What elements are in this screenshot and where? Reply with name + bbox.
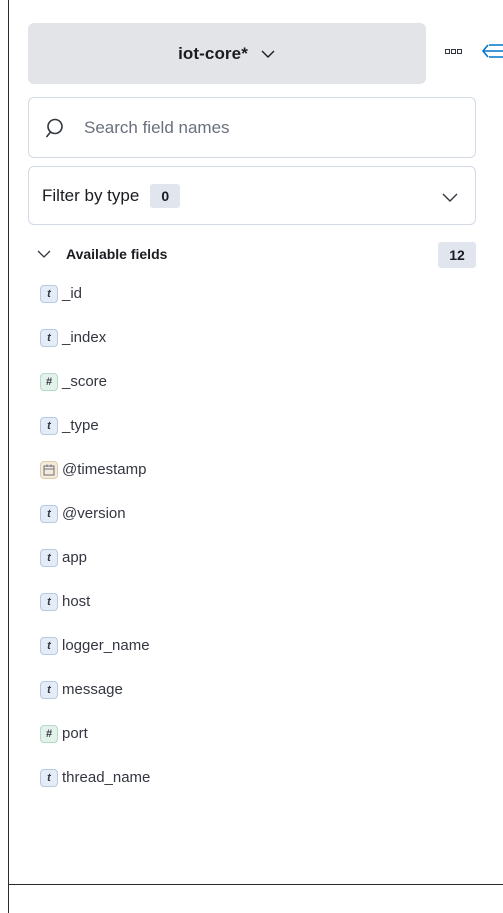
chevron-down-icon xyxy=(260,46,276,62)
field-item[interactable]: t logger_name xyxy=(40,637,470,681)
index-pattern-picker[interactable]: iot-core* xyxy=(28,23,426,84)
filter-by-type-label: Filter by type xyxy=(42,185,140,205)
collapse-sidebar-icon[interactable] xyxy=(481,41,503,61)
string-type-icon: t xyxy=(40,285,58,303)
chevron-down-icon xyxy=(441,188,459,206)
field-item[interactable]: @timestamp xyxy=(40,461,470,505)
field-name: message xyxy=(62,681,123,698)
chevron-down-icon xyxy=(36,246,52,262)
field-sidebar: iot-core* Filter by type 0 xyxy=(0,0,503,913)
string-type-icon: t xyxy=(40,637,58,655)
field-name: port xyxy=(62,725,88,742)
panel-bottom-border xyxy=(8,884,503,885)
field-name: app xyxy=(62,549,88,566)
field-item[interactable]: t message xyxy=(40,681,470,725)
number-type-icon: # xyxy=(40,373,58,391)
string-type-icon: t xyxy=(40,329,58,347)
filter-count-badge: 0 xyxy=(150,183,181,208)
string-type-icon: t xyxy=(40,769,58,787)
field-item[interactable]: # _score xyxy=(40,373,470,417)
field-item[interactable]: t thread_name xyxy=(40,769,470,813)
string-type-icon: t xyxy=(40,417,58,435)
available-fields-header[interactable]: Available fields 12 xyxy=(36,240,476,268)
field-item[interactable]: # port xyxy=(40,725,470,769)
field-name: _id xyxy=(62,285,83,302)
field-item[interactable]: t host xyxy=(40,593,470,637)
string-type-icon: t xyxy=(40,505,58,523)
field-name: logger_name xyxy=(62,637,150,654)
available-fields-title: Available fields xyxy=(66,246,168,262)
index-pattern-label: iot-core* xyxy=(178,43,248,63)
filter-by-type-button[interactable]: Filter by type 0 xyxy=(28,166,476,225)
search-field[interactable] xyxy=(28,97,476,158)
field-name: _index xyxy=(62,329,107,346)
string-type-icon: t xyxy=(40,549,58,567)
search-input[interactable] xyxy=(82,116,446,139)
string-type-icon: t xyxy=(40,593,58,611)
search-icon xyxy=(45,117,67,139)
calendar-icon xyxy=(40,461,58,479)
field-item[interactable]: t _index xyxy=(40,329,470,373)
field-name: _type xyxy=(62,417,99,434)
field-name: thread_name xyxy=(62,769,151,786)
field-item[interactable]: t app xyxy=(40,549,470,593)
field-name: host xyxy=(62,593,91,610)
field-name: @timestamp xyxy=(62,461,147,478)
string-type-icon: t xyxy=(40,681,58,699)
number-type-icon: # xyxy=(40,725,58,743)
field-name: @version xyxy=(62,505,126,522)
field-name: _score xyxy=(62,373,108,390)
field-item[interactable]: t _type xyxy=(40,417,470,461)
panel-left-border xyxy=(8,0,9,913)
field-item[interactable]: t _id xyxy=(40,285,470,329)
options-icon[interactable] xyxy=(445,47,463,57)
field-list: t _id t _index # _score t _type @timesta… xyxy=(40,285,470,813)
available-fields-count: 12 xyxy=(438,242,476,268)
field-item[interactable]: t @version xyxy=(40,505,470,549)
